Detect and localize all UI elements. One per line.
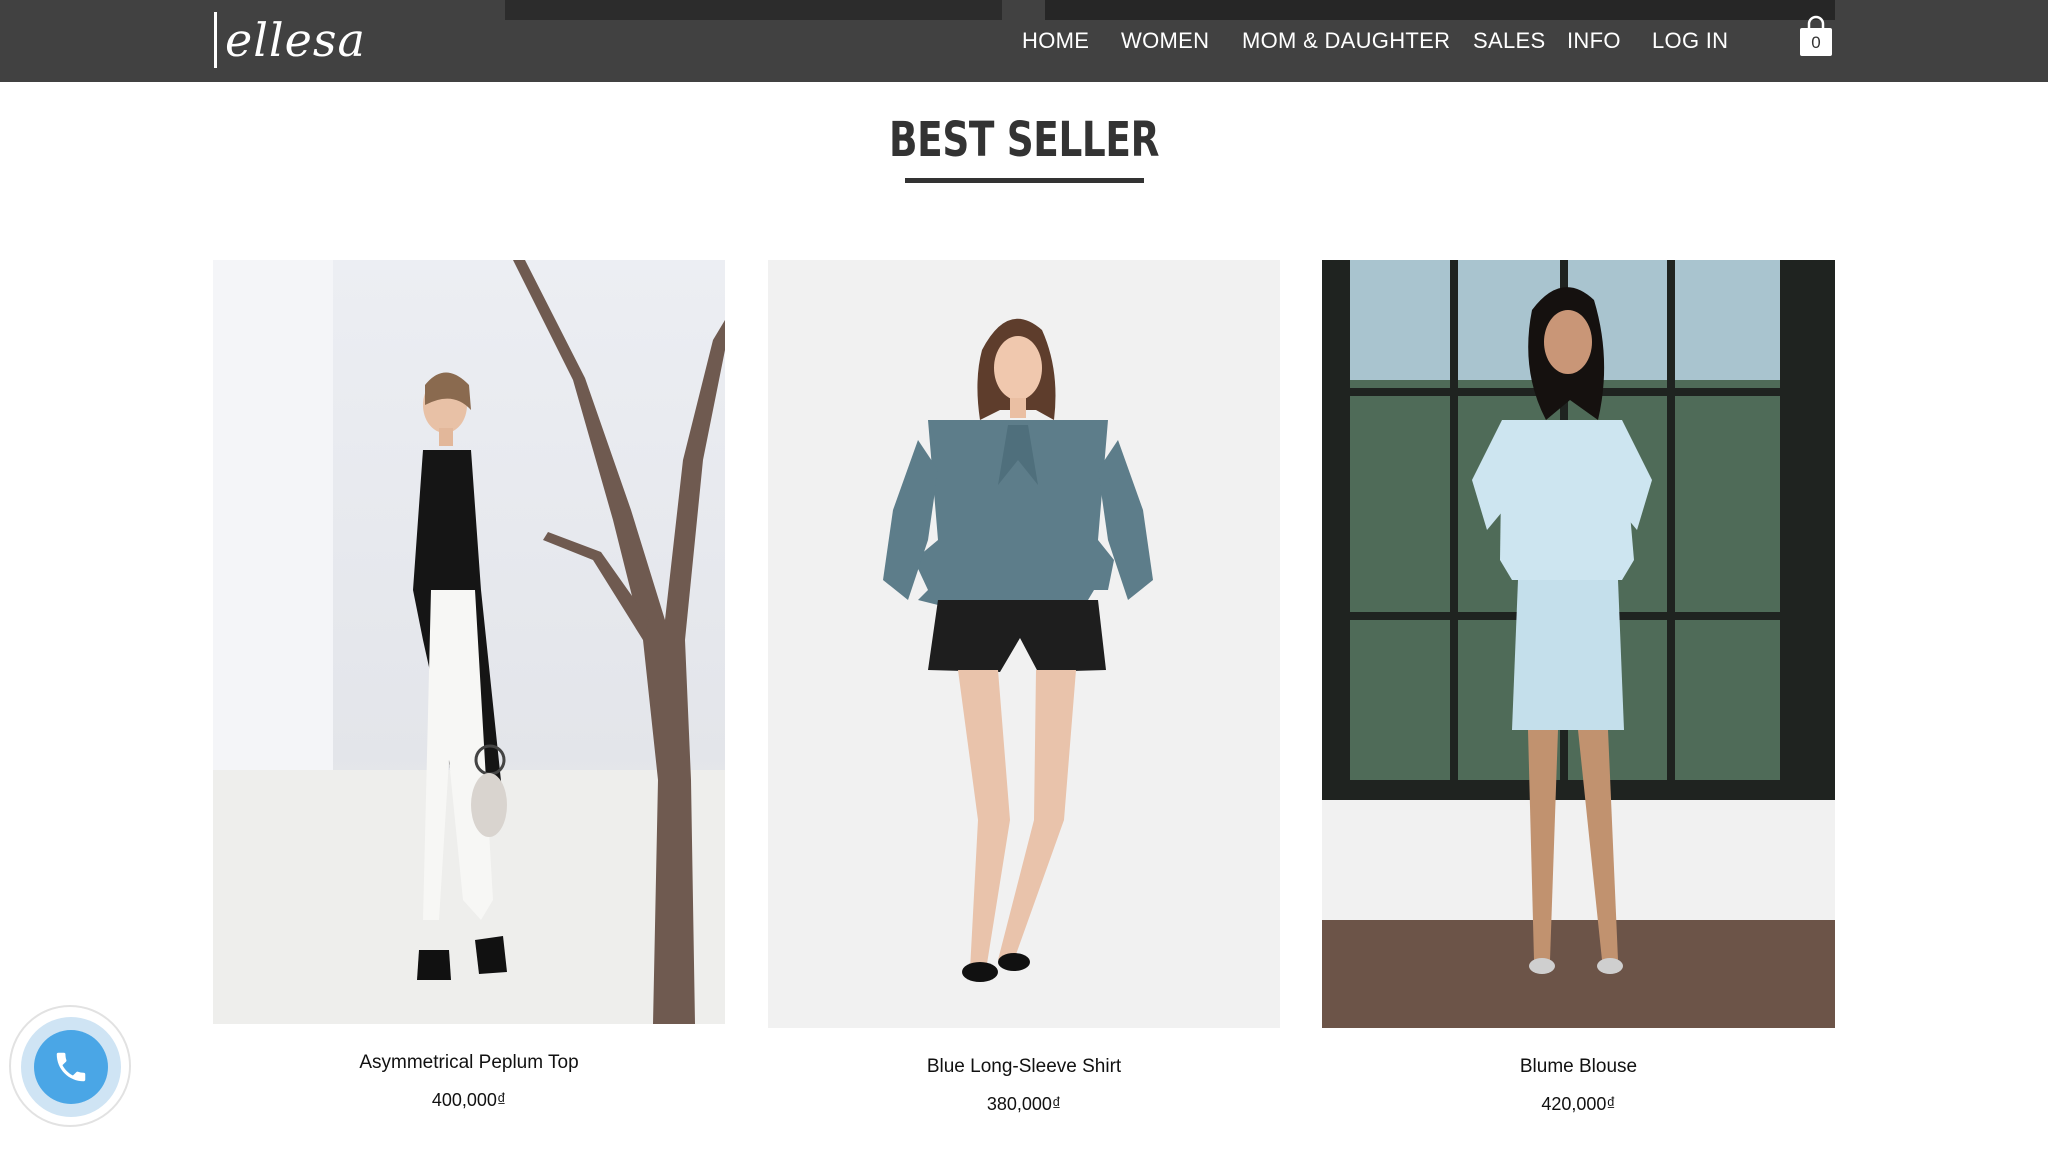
title-underline <box>905 178 1144 183</box>
product-price: 380,000₫ <box>986 1094 1062 1114</box>
product-name[interactable]: Asymmetrical Peplum Top <box>213 1052 725 1074</box>
product-image[interactable] <box>1322 260 1835 1028</box>
phone-icon <box>56 1052 86 1082</box>
cart-count: 0 <box>1811 33 1821 52</box>
site-header: ellesa HOME WOMEN MOM & DAUGHTER SALES I… <box>0 0 2048 82</box>
nav-item-info[interactable]: INFO <box>1567 24 1621 58</box>
section-title: BEST SELLER <box>888 112 1160 168</box>
product-card[interactable]: Blue Long-Sleeve Shirt 380,000₫ <box>768 260 1280 1124</box>
nav-item-mom-daughter[interactable]: MOM & DAUGHTER <box>1242 24 1450 58</box>
main-nav: HOME WOMEN MOM & DAUGHTER SALES INFO LOG… <box>0 24 2048 58</box>
product-name[interactable]: Blue Long-Sleeve Shirt <box>768 1056 1280 1078</box>
nav-item-login[interactable]: LOG IN <box>1652 24 1728 58</box>
nav-item-women[interactable]: WOMEN <box>1121 24 1209 58</box>
product-name[interactable]: Blume Blouse <box>1322 1056 1835 1078</box>
header-banner-strip <box>505 0 1002 20</box>
product-card[interactable]: Blume Blouse 420,000₫ <box>1322 260 1835 1124</box>
nav-item-sales[interactable]: SALES <box>1473 24 1545 58</box>
product-image[interactable] <box>213 260 725 1024</box>
cart-button[interactable]: 0 <box>1797 15 1835 57</box>
product-price: 420,000₫ <box>1541 1094 1616 1114</box>
product-price: 400,000₫ <box>431 1090 507 1110</box>
product-card[interactable]: Asymmetrical Peplum Top 400,000₫ <box>213 260 725 1120</box>
nav-item-home[interactable]: HOME <box>1022 24 1089 58</box>
product-image[interactable] <box>768 260 1280 1028</box>
call-button[interactable] <box>34 1030 108 1104</box>
header-banner-strip <box>1045 0 1835 20</box>
